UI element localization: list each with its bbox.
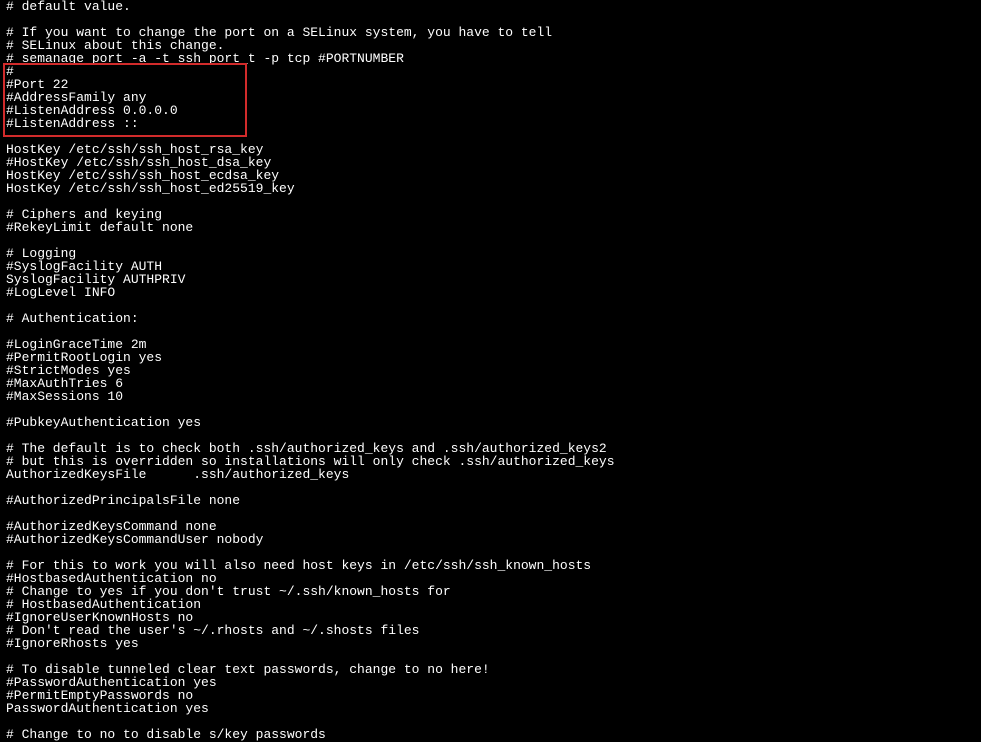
terminal-view[interactable]: # default value. # If you want to change… xyxy=(0,0,981,742)
config-file-text: # default value. # If you want to change… xyxy=(0,0,981,741)
